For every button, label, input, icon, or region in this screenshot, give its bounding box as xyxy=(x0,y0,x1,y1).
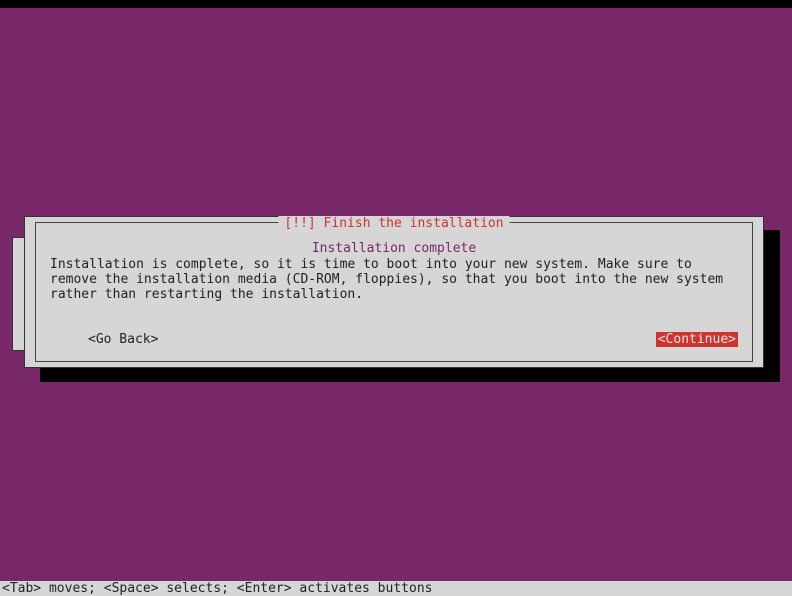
button-row: <Go Back> <Continue> xyxy=(50,332,738,347)
top-bar xyxy=(0,0,792,8)
dialog-body-text: Installation is complete, so it is time … xyxy=(50,258,738,303)
dialog-heading: Installation complete xyxy=(50,241,738,256)
footer-help-bar: <Tab> moves; <Space> selects; <Enter> ac… xyxy=(0,581,792,596)
installer-dialog: [!!] Finish the installation Installatio… xyxy=(24,216,764,368)
dialog-border: [!!] Finish the installation Installatio… xyxy=(35,222,753,362)
dialog-content: Installation complete Installation is co… xyxy=(36,223,752,361)
continue-button[interactable]: <Continue> xyxy=(656,332,738,347)
footer-help-text: <Tab> moves; <Space> selects; <Enter> ac… xyxy=(2,581,432,596)
go-back-button[interactable]: <Go Back> xyxy=(50,332,158,347)
